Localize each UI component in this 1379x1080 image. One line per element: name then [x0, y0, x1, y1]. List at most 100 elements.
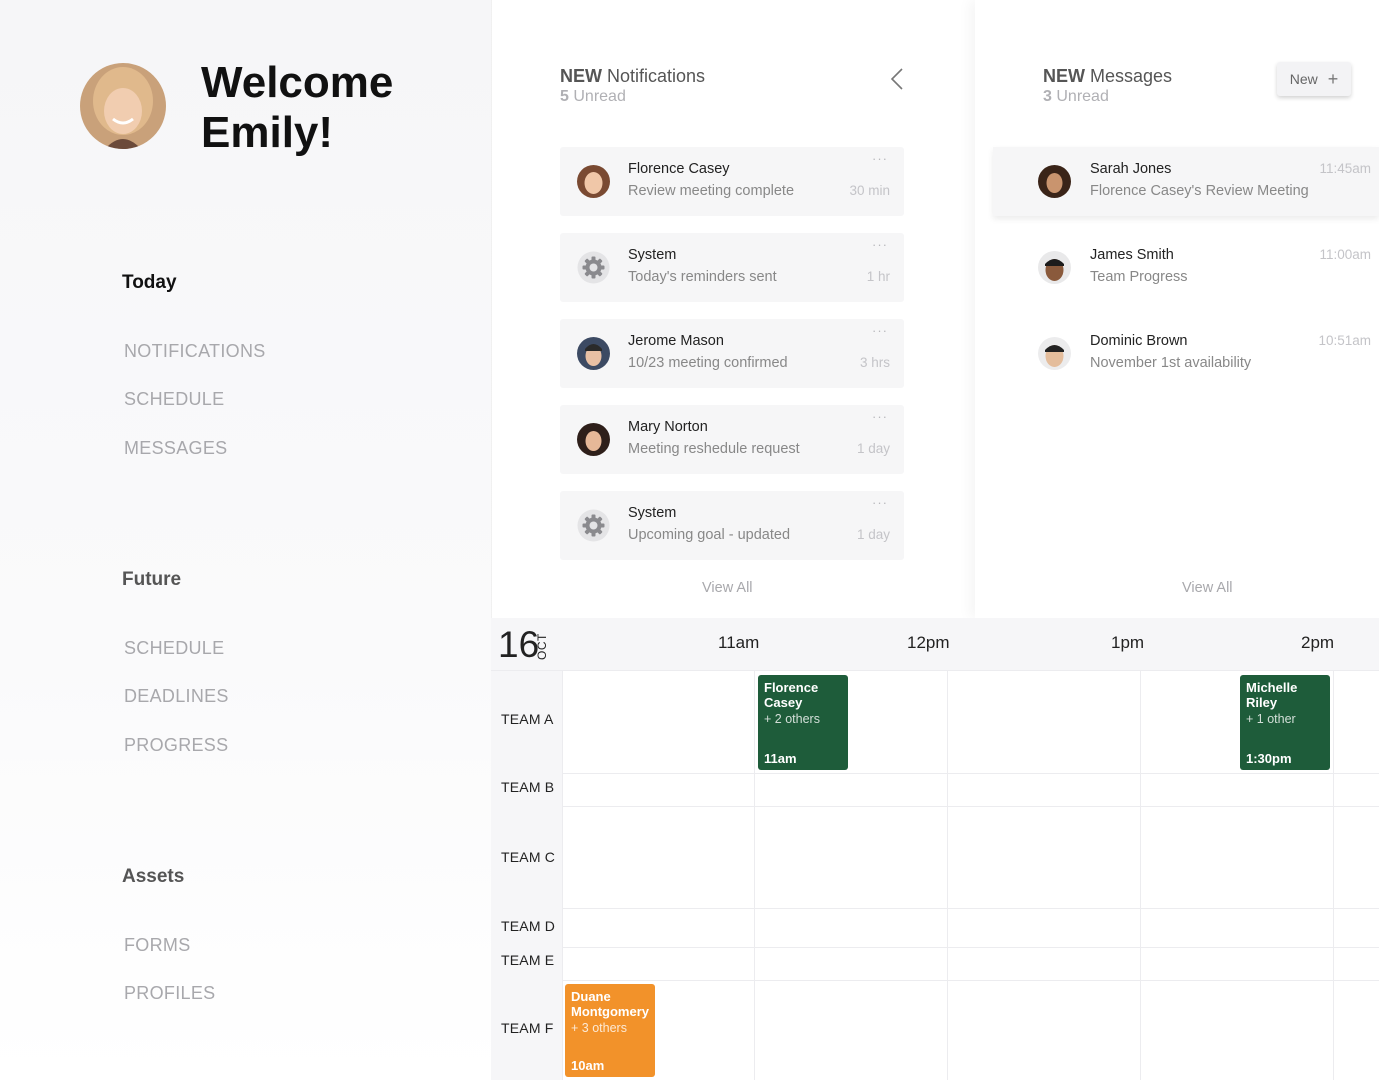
message-time: 11:00am: [1319, 247, 1371, 262]
team-label-column: [491, 671, 562, 1080]
notification-card[interactable]: Mary Norton Meeting reshedule request 1 …: [560, 405, 904, 474]
calendar-header: 16 OCT 11am 12pm 1pm 2pm: [491, 618, 1379, 671]
messages-unread-label: Unread: [1056, 88, 1109, 105]
message-row[interactable]: James Smith Team Progress 11:00am: [993, 233, 1379, 302]
team-label: TEAM A: [501, 711, 554, 727]
message-time: 10:51am: [1318, 333, 1371, 348]
notifications-unread-label: Unread: [573, 88, 626, 105]
notifications-new-label: NEW: [560, 66, 602, 86]
messages-title-text: Messages: [1090, 66, 1173, 86]
more-options-icon[interactable]: ···: [872, 237, 888, 252]
messages-title: NEW Messages: [1043, 66, 1172, 87]
notification-card[interactable]: System Today's reminders sent 1 hr ···: [560, 233, 904, 302]
notification-sender: Florence Casey: [628, 161, 730, 177]
notification-sender: System: [628, 247, 677, 263]
grid-line: [1140, 671, 1141, 1080]
message-time: 11:45am: [1319, 161, 1371, 176]
grid-line: [947, 671, 948, 1080]
avatar: [1038, 251, 1071, 284]
team-label: TEAM F: [501, 1020, 554, 1036]
notification-time: 30 min: [849, 183, 890, 198]
hour-label: 12pm: [907, 633, 950, 652]
messages-view-all-link[interactable]: View All: [1182, 580, 1233, 596]
welcome-line2: Emily!: [201, 108, 334, 157]
notification-time: 3 hrs: [859, 355, 890, 370]
notification-sender: System: [628, 505, 677, 521]
notifications-panel: NEW Notifications 5 Unread Florence Case…: [492, 0, 970, 618]
more-options-icon[interactable]: ···: [872, 409, 888, 424]
notification-text: 10/23 meeting confirmed: [628, 355, 788, 371]
notification-time: 1 hr: [866, 269, 890, 284]
section-title-assets: Assets: [122, 866, 185, 887]
section-title-today: Today: [122, 272, 177, 293]
welcome-line1: Welcome: [201, 58, 394, 107]
notification-text: Review meeting complete: [628, 183, 795, 199]
avatar: [1038, 165, 1071, 198]
nav-notifications[interactable]: NOTIFICATIONS: [124, 341, 266, 362]
event-name: Florence Casey: [764, 680, 819, 710]
notification-time: 1 day: [856, 527, 890, 542]
grid-line: [562, 980, 1379, 981]
message-sender: Sarah Jones: [1090, 161, 1172, 177]
nav-profiles[interactable]: PROFILES: [124, 983, 215, 1004]
calendar-month: OCT: [535, 633, 549, 660]
event-attendees: + 1 other: [1246, 712, 1296, 726]
notifications-title: NEW Notifications: [560, 66, 705, 87]
notification-text: Upcoming goal - updated: [628, 527, 791, 543]
chevron-left-icon[interactable]: [888, 67, 908, 91]
event-attendees: + 3 others: [571, 1021, 627, 1035]
welcome-heading: Welcome Emily!: [201, 58, 393, 158]
avatar: [577, 337, 610, 370]
event-card[interactable]: Duane Montgomery + 3 others 10am: [565, 984, 655, 1077]
message-row[interactable]: Dominic Brown November 1st availability …: [993, 319, 1379, 388]
grid-line: [562, 947, 1379, 948]
avatar: [577, 165, 610, 198]
new-message-button-label: New: [1289, 71, 1318, 87]
new-message-button[interactable]: New +: [1277, 62, 1351, 96]
grid-line: [562, 806, 1379, 807]
more-options-icon[interactable]: ···: [872, 495, 888, 510]
calendar-day: 16: [498, 624, 540, 665]
nav-messages[interactable]: MESSAGES: [124, 438, 227, 459]
plus-icon: +: [1327, 69, 1339, 89]
event-time: 11am: [764, 751, 797, 766]
event-attendees: + 2 others: [764, 712, 820, 726]
avatar: [577, 423, 610, 456]
more-options-icon[interactable]: ···: [872, 151, 888, 166]
grid-line: [562, 773, 1379, 774]
nav-deadlines[interactable]: DEADLINES: [124, 686, 229, 707]
notification-card[interactable]: System Upcoming goal - updated 1 day ···: [560, 491, 904, 560]
message-preview: November 1st availability: [1090, 355, 1252, 371]
avatar: [1038, 337, 1071, 370]
notification-text: Today's reminders sent: [628, 269, 777, 285]
gear-icon: [577, 251, 610, 284]
notification-sender: Mary Norton: [628, 419, 708, 435]
grid-line: [562, 908, 1379, 909]
sidebar: Welcome Emily! Today NOTIFICATIONS SCHED…: [0, 0, 491, 1080]
event-card[interactable]: Michelle Riley + 1 other 1:30pm: [1240, 675, 1330, 770]
section-title-future: Future: [122, 569, 182, 590]
notification-card[interactable]: Jerome Mason 10/23 meeting confirmed 3 h…: [560, 319, 904, 388]
team-label: TEAM D: [501, 918, 556, 934]
notification-card[interactable]: Florence Casey Review meeting complete 3…: [560, 147, 904, 216]
more-options-icon[interactable]: ···: [872, 323, 888, 338]
notifications-view-all-link[interactable]: View All: [702, 580, 753, 596]
hour-label: 1pm: [1111, 633, 1145, 652]
grid-line: [754, 671, 755, 1080]
messages-unread-count: 3: [1043, 88, 1052, 105]
messages-panel: NEW Messages 3 Unread New + Sarah Jones …: [975, 0, 1379, 618]
team-label: TEAM C: [501, 849, 556, 865]
user-avatar[interactable]: [80, 63, 166, 149]
messages-unread: 3 Unread: [1043, 88, 1109, 106]
event-name: Duane Montgomery: [571, 989, 649, 1019]
event-time: 1:30pm: [1246, 751, 1292, 766]
nav-progress[interactable]: PROGRESS: [124, 735, 228, 756]
nav-forms[interactable]: FORMS: [124, 935, 191, 956]
event-card[interactable]: Florence Casey + 2 others 11am: [758, 675, 848, 770]
notifications-unread-count: 5: [560, 88, 569, 105]
notification-sender: Jerome Mason: [628, 333, 724, 349]
nav-schedule-future[interactable]: SCHEDULE: [124, 638, 224, 659]
grid-line: [562, 671, 563, 1080]
nav-schedule-today[interactable]: SCHEDULE: [124, 389, 224, 410]
message-row[interactable]: Sarah Jones Florence Casey's Review Meet…: [993, 147, 1379, 216]
